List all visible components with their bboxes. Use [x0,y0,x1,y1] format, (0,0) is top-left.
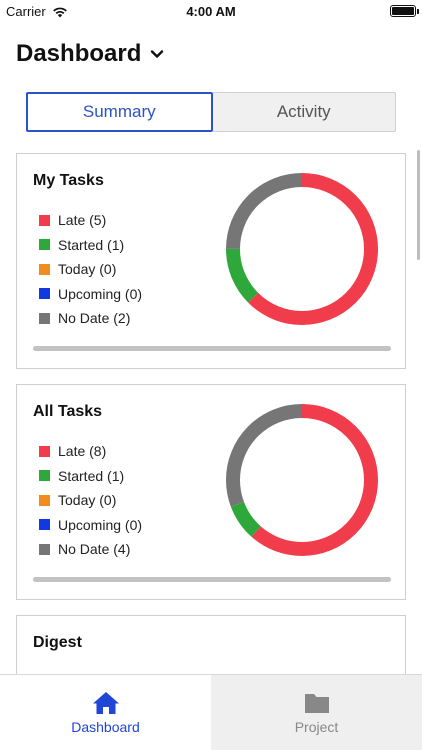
card-title: Digest [33,634,82,651]
legend-label: No Date (2) [58,310,131,327]
scroll-indicator [417,150,420,260]
legend-label: No Date (4) [58,541,131,558]
legend-item-started: Started (1) [39,233,142,258]
legend-item-no-date: No Date (4) [39,537,142,562]
dashboard-selector[interactable]: Dashboard [16,40,165,68]
page-title: Dashboard [16,40,142,67]
home-icon [92,692,119,714]
swatch-no-date [39,543,50,555]
tab-activity[interactable]: Activity [212,92,396,132]
legend-label: Upcoming (0) [58,285,143,302]
chevron-down-icon[interactable] [149,46,165,62]
all-tasks-card[interactable]: All Tasks Late (8) Started (1) Today (0)… [16,384,406,600]
card-title: All Tasks [33,403,103,420]
legend-item-late: Late (5) [39,208,142,233]
swatch-started [39,239,50,251]
horizontal-scroll-bar [33,577,391,582]
swatch-upcoming [39,288,50,300]
my-tasks-card[interactable]: My Tasks Late (5) Started (1) Today (0) … [16,153,406,369]
legend-item-no-date: No Date (2) [39,306,142,331]
card-title: My Tasks [33,172,104,189]
swatch-no-date [39,312,50,324]
swatch-late [39,445,50,457]
battery-icon [390,5,419,17]
swatch-today [39,494,50,506]
legend-label: Started (1) [58,467,125,484]
folder-icon [304,694,329,713]
legend-label: Today (0) [58,492,117,509]
legend-label: Upcoming (0) [58,516,143,533]
my-tasks-donut-chart [226,173,378,325]
tab-project[interactable]: Project [211,675,422,750]
legend-label: Started (1) [58,236,125,253]
legend-label: Late (8) [58,443,107,460]
legend-item-upcoming: Upcoming (0) [39,282,142,307]
legend-item-upcoming: Upcoming (0) [39,513,142,538]
legend-item-started: Started (1) [39,464,142,489]
swatch-started [39,470,50,482]
bottom-tab-bar: Dashboard Project [0,674,422,750]
all-tasks-legend: Late (8) Started (1) Today (0) Upcoming … [39,439,142,562]
tab-dashboard[interactable]: Dashboard [0,675,211,750]
swatch-upcoming [39,519,50,531]
status-bar: Carrier 4:00 AM [0,0,422,24]
tab-label: Dashboard [71,719,140,735]
my-tasks-legend: Late (5) Started (1) Today (0) Upcoming … [39,208,142,331]
tab-summary[interactable]: Summary [26,92,213,132]
horizontal-scroll-bar [33,346,391,351]
legend-label: Today (0) [58,261,117,278]
legend-item-today: Today (0) [39,257,142,282]
all-tasks-donut-chart [226,404,378,556]
legend-label: Late (5) [58,212,107,229]
status-time: 4:00 AM [186,4,236,19]
legend-item-late: Late (8) [39,439,142,464]
tab-label: Project [294,719,339,735]
swatch-today [39,263,50,275]
swatch-late [39,214,50,226]
view-segmented-control: Summary Activity [26,92,396,132]
legend-item-today: Today (0) [39,488,142,513]
